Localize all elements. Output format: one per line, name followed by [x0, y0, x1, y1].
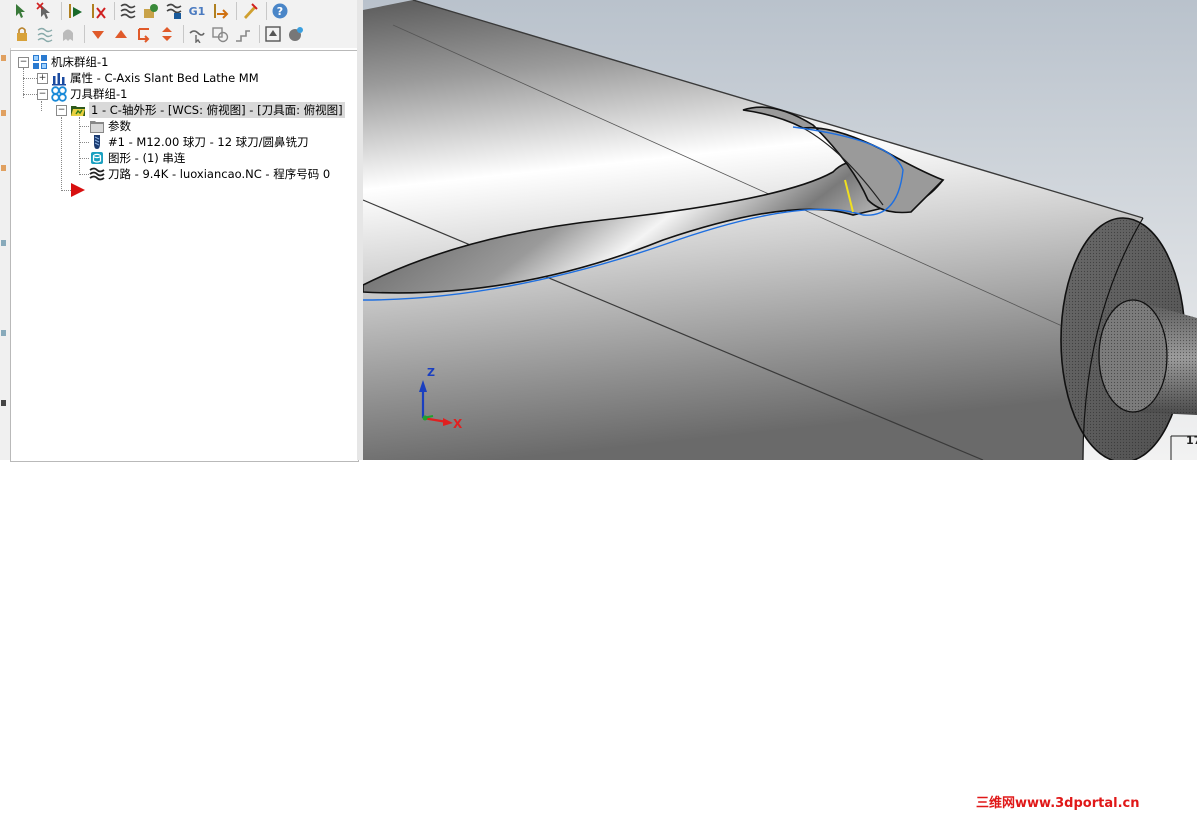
toolbar-separator: [266, 2, 267, 20]
toolpath-group-icon: [51, 86, 67, 102]
svg-text:?: ?: [277, 5, 283, 18]
tree-connector: [79, 174, 89, 175]
tree-connector: [79, 126, 89, 127]
tree-connector: [79, 158, 89, 159]
display-icon[interactable]: [263, 24, 283, 44]
tree-item-geometry[interactable]: 图形 - (1) 串连: [89, 150, 185, 166]
expander-toolpath-group[interactable]: −: [37, 89, 48, 100]
insert-marker[interactable]: [70, 182, 89, 198]
properties-icon: [52, 73, 66, 86]
tree-connector: [61, 117, 62, 191]
move-up-icon[interactable]: [111, 24, 131, 44]
highlight-icon[interactable]: [187, 24, 207, 44]
operations-tree: − + − − 机床群组-1 属性 - C-Axis Slant Bed Lat…: [10, 50, 359, 462]
toolbar-separator: [84, 25, 85, 43]
tree-item-toolpath-group[interactable]: 刀具群组-1: [51, 86, 127, 102]
operation-folder-icon: [71, 106, 85, 116]
scale-value: 17: [1186, 434, 1197, 447]
axis-x-label: X: [453, 417, 463, 431]
tree-connector: [23, 78, 37, 79]
tree-connector: [23, 94, 37, 95]
expand-collapse-icon[interactable]: [157, 24, 177, 44]
toolbar-separator: [114, 2, 115, 20]
regen-dirty-icon[interactable]: [88, 1, 108, 21]
parameters-label: 参数: [108, 119, 131, 133]
toolbar-row-1: G1 ?: [12, 0, 293, 22]
tree-item-properties[interactable]: 属性 - C-Axis Slant Bed Lathe MM: [51, 70, 259, 86]
toolbar-separator: [259, 25, 260, 43]
tree-item-tool[interactable]: #1 - M12.00 球刀 - 12 球刀/圆鼻铣刀: [89, 134, 309, 150]
verify-icon[interactable]: [141, 1, 161, 21]
toolbar-row-2: [12, 23, 309, 45]
params-icon[interactable]: [286, 24, 306, 44]
insert-arrow-icon[interactable]: [134, 24, 154, 44]
shaft-ring-texture: [1099, 300, 1167, 412]
parameters-folder-icon: [90, 121, 104, 133]
regen-icon[interactable]: [65, 1, 85, 21]
select-all-icon[interactable]: [12, 1, 32, 21]
toolbar-separator: [236, 2, 237, 20]
expander-operation[interactable]: −: [56, 105, 67, 116]
toolbar-separator: [183, 25, 184, 43]
cad-scene: [363, 0, 1197, 460]
machine-group-label: 机床群组-1: [51, 55, 109, 69]
watermark: 三维网www.3dportal.cn: [976, 796, 1140, 811]
toolpath-label: 刀路 - 9.4K - luoxiancao.NC - 程序号码 0: [108, 167, 331, 181]
operations-toolbar: G1 ?: [10, 0, 362, 48]
graphics-viewport[interactable]: Z X: [363, 0, 1197, 460]
edit-icon[interactable]: [240, 1, 260, 21]
step-icon[interactable]: [233, 24, 253, 44]
g1-label: G1: [188, 4, 206, 18]
post-icon[interactable]: [210, 1, 230, 21]
toolpath-group-label: 刀具群组-1: [70, 87, 128, 101]
select-none-icon[interactable]: [35, 1, 55, 21]
move-down-icon[interactable]: [88, 24, 108, 44]
insert-arrow-marker-icon: [71, 183, 85, 197]
copy-icon[interactable]: [210, 24, 230, 44]
geometry-label: 图形 - (1) 串连: [108, 151, 186, 165]
help-icon[interactable]: ?: [270, 1, 290, 21]
ghost-icon[interactable]: [58, 24, 78, 44]
tree-item-operation[interactable]: 1 - C-轴外形 - [WCS: 俯视图] - [刀具面: 俯视图]: [70, 102, 345, 118]
backplot-icon[interactable]: [118, 1, 138, 21]
lock-icon[interactable]: [12, 24, 32, 44]
g1-icon[interactable]: G1: [187, 1, 207, 21]
ball-mill-tool-icon: [94, 135, 100, 149]
expander-machine-group[interactable]: −: [18, 57, 29, 68]
tree-connector: [41, 101, 42, 111]
axis-z-label: Z: [427, 366, 435, 379]
tree-connector: [79, 142, 89, 143]
expander-properties[interactable]: +: [37, 73, 48, 84]
properties-label: 属性 - C-Axis Slant Bed Lathe MM: [70, 71, 259, 85]
operation-label: 1 - C-轴外形 - [WCS: 俯视图] - [刀具面: 俯视图]: [89, 102, 345, 118]
simulate-icon[interactable]: [164, 1, 184, 21]
geometry-icon: [91, 152, 103, 164]
toolpath-display-icon[interactable]: [35, 24, 55, 44]
toolbar-separator: [61, 2, 62, 20]
toolpath-icon: [89, 167, 105, 181]
tree-item-parameters[interactable]: 参数: [89, 118, 131, 134]
tree-item-toolpath[interactable]: 刀路 - 9.4K - luoxiancao.NC - 程序号码 0: [89, 166, 330, 182]
tool-label: #1 - M12.00 球刀 - 12 球刀/圆鼻铣刀: [108, 135, 309, 149]
tree-item-machine-group[interactable]: 机床群组-1: [32, 54, 108, 70]
machine-group-icon: [33, 55, 47, 69]
